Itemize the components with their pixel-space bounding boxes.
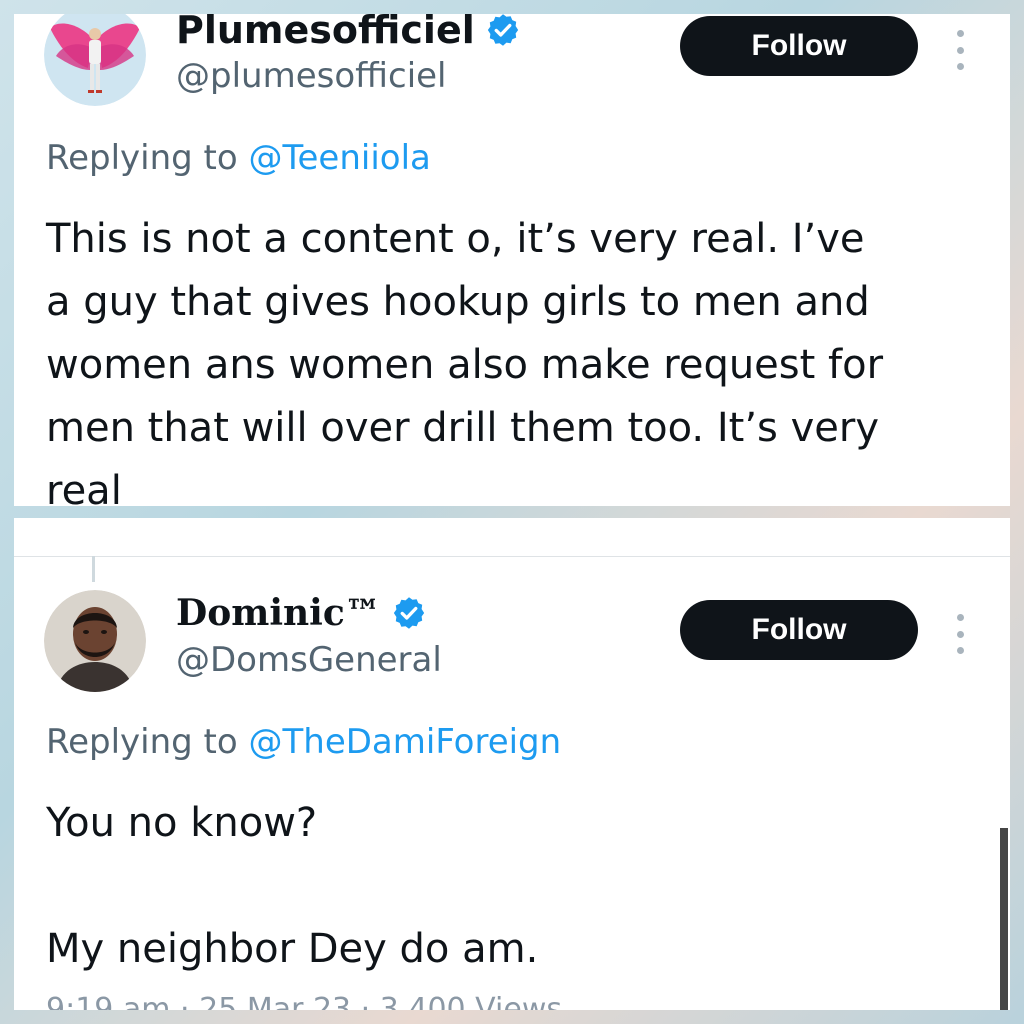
tweet-card-plumesofficiel: Plumesofficiel @plumesofficiel Follow Re… [14, 14, 1010, 506]
follow-button[interactable]: Follow [680, 600, 918, 660]
tweet-card-domsgeneral: Dominic™ @DomsGeneral Follow Replying to… [14, 518, 1010, 1010]
angel-wings-figure-avatar-icon [44, 14, 146, 106]
handle[interactable]: @plumesofficiel [176, 56, 447, 96]
avatar-domsgeneral[interactable] [44, 590, 146, 692]
verified-badge-icon [487, 14, 518, 46]
replying-to-mention[interactable]: @TheDamiForeign [249, 722, 562, 762]
divider [14, 556, 1010, 557]
replying-to-prefix: Replying to [46, 138, 238, 178]
replying-to-line: Replying to @TheDamiForeign [46, 722, 561, 762]
display-name[interactable]: Dominic™ [176, 592, 381, 634]
display-name-row[interactable]: Dominic™ [176, 592, 427, 634]
man-portrait-avatar-icon [44, 590, 146, 692]
tweet-body: This is not a content o, it’s very real.… [46, 216, 884, 506]
more-options-icon[interactable] [950, 614, 970, 654]
display-name-row[interactable]: Plumesofficiel [176, 14, 521, 52]
tweet-timestamp-views: 9:19 am · 25 Mar 23 · 3,400 Views [46, 992, 562, 1010]
verified-badge-icon [393, 597, 424, 629]
replying-to-mention[interactable]: @Teeniiola [249, 138, 431, 178]
scrollbar[interactable] [1000, 828, 1008, 1010]
follow-button[interactable]: Follow [680, 16, 918, 76]
thread-connector-line [92, 556, 95, 582]
tweet-body: You no know? My neighbor Dey do am. [46, 800, 539, 972]
handle[interactable]: @DomsGeneral [176, 640, 442, 680]
avatar-plumesofficiel[interactable] [44, 14, 146, 106]
replying-to-line: Replying to @Teeniiola [46, 138, 431, 178]
display-name[interactable]: Plumesofficiel [176, 14, 475, 52]
more-options-icon[interactable] [950, 30, 970, 70]
replying-to-prefix: Replying to [46, 722, 238, 762]
